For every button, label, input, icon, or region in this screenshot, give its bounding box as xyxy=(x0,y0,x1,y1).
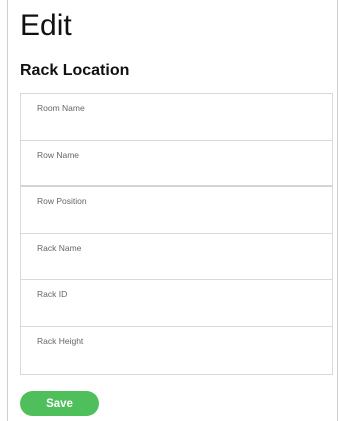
section-title: Rack Location xyxy=(20,62,130,79)
row-position-label: Row Position xyxy=(37,196,87,206)
rack-id-label: Rack ID xyxy=(37,289,68,299)
save-button[interactable]: Save xyxy=(20,391,99,416)
rack-height-input[interactable] xyxy=(35,348,324,367)
rack-id-field[interactable]: Rack ID xyxy=(21,280,332,327)
rack-height-field[interactable]: Rack Height xyxy=(21,327,332,374)
rack-id-input[interactable] xyxy=(35,302,324,320)
row-position-input[interactable] xyxy=(35,209,324,227)
room-name-label: Room Name xyxy=(37,103,85,113)
row-name-input[interactable] xyxy=(35,162,324,181)
rack-name-input[interactable] xyxy=(35,255,324,274)
page-title: Edit xyxy=(20,9,72,42)
room-name-field[interactable]: Room Name xyxy=(21,94,332,141)
row-name-label: Row Name xyxy=(37,149,80,160)
row-position-field[interactable]: Row Position xyxy=(21,187,332,234)
row-name-field[interactable]: Row Name xyxy=(21,141,332,187)
rack-name-field[interactable]: Rack Name xyxy=(21,234,332,280)
rack-name-label: Rack Name xyxy=(37,242,82,253)
rack-location-form: Room Name Row Name Row Position Rack Nam… xyxy=(20,93,333,375)
room-name-input[interactable] xyxy=(35,116,324,134)
rack-height-label: Rack Height xyxy=(37,335,84,346)
